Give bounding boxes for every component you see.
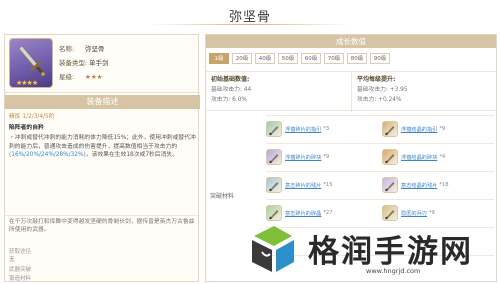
refine-level: 精炼 1/2/3/4/5阶 [9, 114, 55, 120]
material-name[interactable]: 浮蕴结晶的碎块 [401, 154, 437, 161]
title-divider [150, 24, 350, 25]
page-title: 弥坚骨 [228, 10, 271, 25]
site-watermark: 格润手游网 www.hngrjd.com [248, 222, 498, 282]
crystal-shard-icon [382, 121, 398, 137]
initial-stats-heading: 初始基础数值: [211, 76, 250, 83]
watermark-url: www.hngrjd.com [366, 267, 421, 275]
material-item[interactable]: 意志结晶的残片 *18 [382, 176, 494, 194]
crystal-shard-icon [382, 149, 398, 165]
material-count: *3 [323, 126, 330, 132]
passive-text: ・冲刺或替代冲刺的能力消耗的体力降低15%；此外，使用冲刺或替代冲刺的能力后，普… [9, 134, 196, 160]
source-value: 无 [9, 257, 15, 263]
material-item[interactable]: 隐匿的兵刃 *9 [382, 204, 494, 222]
weapon-name: 弥坚骨 [85, 45, 105, 53]
weapon-lore: 在千万次敲打和挥舞中变得越发坚硬的骨制长剑，据传曾是英杰万古鲁兹所使用的武器。 [5, 215, 200, 243]
average-sub-stat: 攻击力: +0.24% [357, 97, 402, 103]
rarity-stars: ★★★★ [16, 79, 38, 87]
tab-level-20[interactable]: 20级 [232, 53, 252, 64]
material-count: *4 [439, 154, 446, 160]
weapon-description: 精炼 1/2/3/4/5阶 陷阵者的自矜 ・冲刺或替代冲刺的能力消耗的体力降低1… [5, 109, 200, 215]
tab-level-70[interactable]: 70级 [324, 53, 344, 64]
passive-text-b: ，该效果在生效18次或7秒后消失。 [85, 152, 178, 158]
tab-level-60[interactable]: 60级 [301, 53, 321, 64]
meta-forge-key: 锻造材料 [9, 276, 32, 282]
material-item[interactable]: 浮蕴结晶的指引 *9 [382, 120, 494, 138]
growth-section-header: 成长数值 [206, 35, 496, 48]
weapon-star-row: 星级: ★★★ [59, 71, 102, 81]
blade-shard-icon [266, 177, 282, 193]
star-key: 星级: [59, 73, 75, 81]
material-name[interactable]: 浮蕴碎片的碎块 [285, 154, 321, 161]
material-count: *9 [323, 154, 330, 160]
material-count: *9 [428, 210, 435, 216]
type-key: 装备类型: [59, 59, 88, 67]
weapon-name-row: 名称: 弥坚骨 [59, 43, 105, 53]
average-base-atk: 基础攻击力: +3.95 [357, 87, 408, 93]
meta-ascension-key: 武器突破 [9, 267, 32, 273]
material-name[interactable]: 浮蕴碎片的指引 [285, 126, 321, 133]
tab-level-50[interactable]: 50级 [278, 53, 298, 64]
material-count: *15 [323, 182, 333, 188]
material-name[interactable]: 隐匿的兵刃 [401, 210, 427, 217]
material-item[interactable]: 意志碎片的残片 *15 [266, 176, 378, 194]
sword-fragment-icon [266, 149, 282, 165]
material-name[interactable]: 意志结晶的残片 [401, 182, 437, 189]
tab-level-90[interactable]: 90级 [370, 53, 390, 64]
average-growth: 平均每级提升: 基础攻击力: +3.95 攻击力: +0.24% [351, 72, 496, 112]
material-count: *9 [439, 126, 446, 132]
material-item[interactable]: 意志碎片的碎晶 *27 [266, 204, 378, 222]
initial-sub-stat: 攻击力: 6.0% [211, 97, 247, 103]
weapon-star: ★★★ [85, 73, 103, 81]
material-name[interactable]: 浮蕴结晶的指引 [401, 126, 437, 133]
watermark-logo-icon [252, 226, 294, 272]
meta-source-value: 无 [5, 255, 200, 263]
level-tabs: 1级 20级 40级 50级 60级 70级 80级 90级 [209, 53, 390, 65]
material-name[interactable]: 意志碎片的碎晶 [285, 210, 321, 217]
passive-text-a: ・冲刺或替代冲刺的能力消耗的体力降低15%；此外，使用冲刺或替代冲刺的能力后，普… [9, 135, 196, 150]
material-count: *27 [323, 210, 333, 216]
sword-icon [19, 46, 45, 76]
average-growth-heading: 平均每级提升: [357, 76, 396, 83]
row-divider [266, 171, 494, 172]
initial-base-atk: 基础攻击力: 44 [211, 87, 252, 93]
tab-level-40[interactable]: 40级 [255, 53, 275, 64]
weapon-portrait: ★★★★ [9, 38, 53, 88]
weapon-type: 单手剑 [89, 59, 109, 67]
materials-label: 突破材料 [210, 193, 235, 200]
row-divider [266, 115, 494, 116]
initial-stats: 初始基础数值: 基础攻击力: 44 攻击力: 6.0% [206, 72, 351, 112]
material-item[interactable]: 浮蕴碎片的指引 *3 [266, 120, 378, 138]
row-divider [266, 199, 494, 200]
desc-section-header: 装备描述 [5, 95, 200, 109]
material-name[interactable]: 意志碎片的残片 [285, 182, 321, 189]
weapon-header: ★★★★ 名称: 弥坚骨 装备类型: 单手剑 星级: ★★★ [5, 35, 200, 93]
sword-fragment-icon [266, 121, 282, 137]
material-count: *18 [439, 182, 449, 188]
name-key: 名称: [59, 45, 75, 53]
weapon-info-panel: ★★★★ 名称: 弥坚骨 装备类型: 单手剑 星级: ★★★ 装备描述 精炼 1/2/… [4, 34, 200, 282]
blade-shard-icon [382, 177, 398, 193]
gem-icon [266, 205, 282, 221]
meta-source-key: 获取途径 [9, 249, 32, 255]
stats-table: 初始基础数值: 基础攻击力: 44 攻击力: 6.0% 平均每级提升: 基础攻击… [206, 71, 496, 112]
tab-level-80[interactable]: 80级 [347, 53, 367, 64]
weapon-type-row: 装备类型: 单手剑 [59, 57, 109, 67]
material-item[interactable]: 浮蕴碎片的碎块 *9 [266, 148, 378, 166]
row-divider [266, 143, 494, 144]
tab-level-1[interactable]: 1级 [209, 53, 229, 64]
watermark-text: 格润手游网 [308, 234, 473, 270]
passive-name: 陷阵者的自矜 [9, 124, 44, 131]
material-item[interactable]: 浮蕴结晶的碎块 *4 [382, 148, 494, 166]
passive-values: (16%/20%/24%/28%/32%) [9, 152, 86, 158]
hidden-blade-icon [382, 205, 398, 221]
